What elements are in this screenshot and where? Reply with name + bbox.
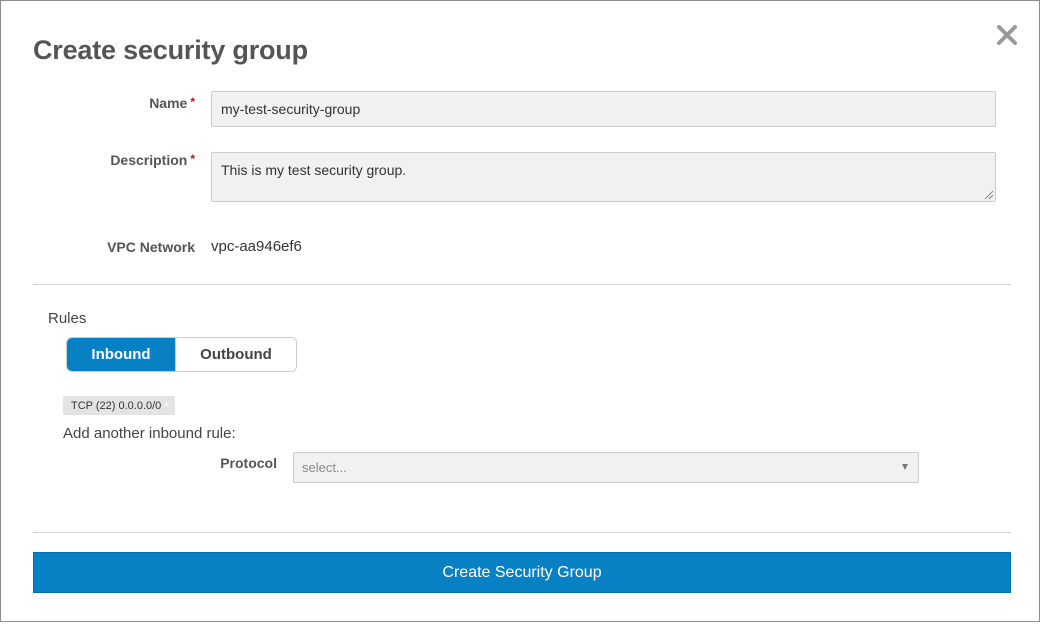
divider-bottom [33, 532, 1011, 533]
create-security-group-dialog: Create security group Name* Description*… [0, 0, 1040, 622]
name-label-text: Name [149, 95, 188, 111]
protocol-placeholder: select... [302, 460, 347, 475]
rules-label: Rules [48, 310, 87, 327]
rule-remove-icon[interactable]: × [163, 400, 169, 411]
tab-inbound[interactable]: Inbound [67, 338, 175, 371]
rules-direction-toggle: Inbound Outbound [66, 337, 297, 372]
description-input[interactable]: This is my test security group. [211, 152, 996, 202]
chevron-down-icon [902, 464, 908, 470]
protocol-select[interactable]: select... [293, 452, 919, 483]
tab-outbound[interactable]: Outbound [175, 338, 296, 371]
rule-tag: TCP (22) 0.0.0.0/0 × [63, 396, 176, 415]
close-icon [997, 25, 1017, 45]
name-required-mark: * [190, 95, 195, 109]
vpc-network-value: vpc-aa946ef6 [211, 238, 302, 255]
add-rule-label: Add another inbound rule: [63, 425, 236, 442]
create-security-group-button[interactable]: Create Security Group [33, 552, 1011, 593]
description-label-text: Description [110, 152, 188, 168]
name-input[interactable] [211, 91, 996, 127]
name-label: Name * [45, 95, 195, 111]
protocol-label: Protocol [220, 455, 277, 471]
rule-tag-label: TCP (22) 0.0.0.0/0 [71, 399, 162, 412]
close-button[interactable] [993, 21, 1021, 49]
divider-top [33, 284, 1011, 285]
resize-grip-icon[interactable] [983, 189, 994, 200]
description-required-mark: * [190, 152, 195, 166]
description-label: Description * [45, 152, 195, 168]
dialog-title: Create security group [33, 35, 308, 65]
vpc-network-label: VPC Network [107, 239, 195, 255]
